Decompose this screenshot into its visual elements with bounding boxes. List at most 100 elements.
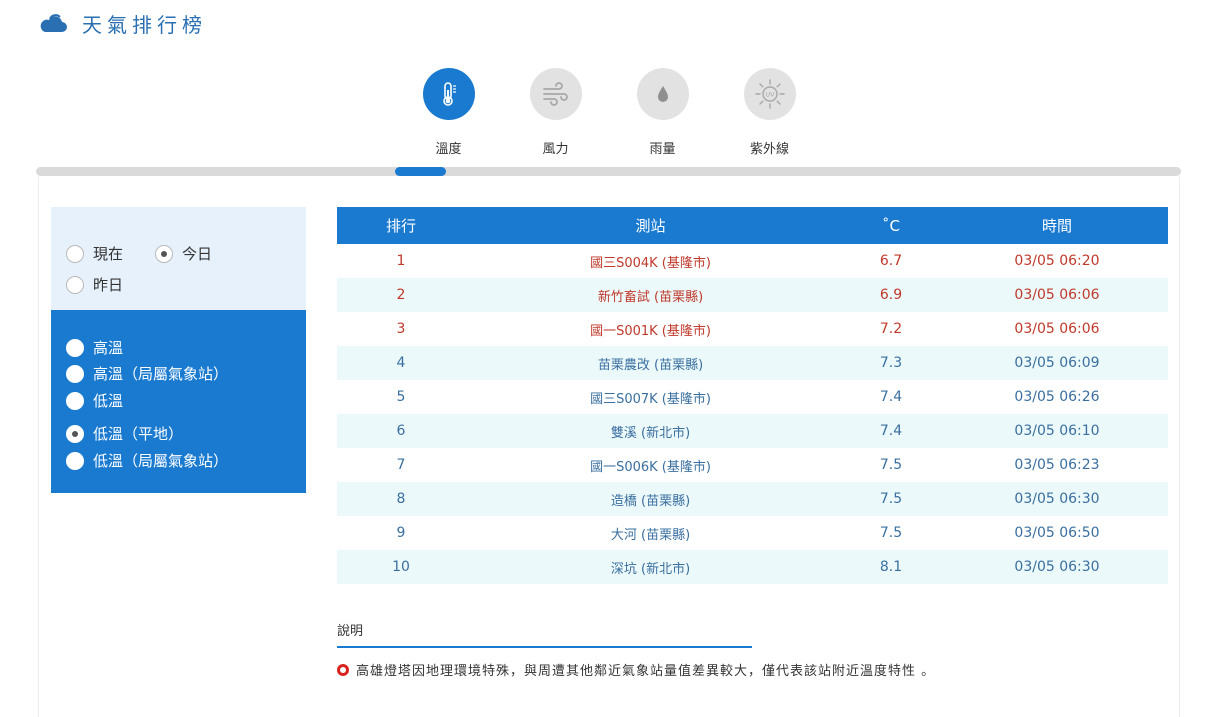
cell-rank: 10 <box>337 550 465 584</box>
cell-temp: 7.4 <box>879 389 903 405</box>
cell-time: 03/05 06:26 <box>1014 389 1100 405</box>
radio-high-temp-bureau[interactable]: 高溫（局屬氣象站） <box>66 363 228 384</box>
tab-active-indicator <box>395 167 446 176</box>
note-text: 高雄燈塔因地理環境特殊，與周遭其他鄰近氣象站量值差異較大，僅代表該站附近溫度特性… <box>356 664 936 679</box>
cell-station: 國三S004K (基隆市) <box>590 255 711 271</box>
cloud-icon <box>40 14 67 32</box>
table-row: 4 苗栗農改 (苗栗縣) 7.3 03/05 06:09 <box>337 346 1168 380</box>
table-row: 10 深坑 (新北市) 8.1 03/05 06:30 <box>337 550 1168 584</box>
cell-time: 03/05 06:06 <box>1014 321 1100 337</box>
cell-rank: 2 <box>337 278 465 312</box>
table-header-row: 排行 測站 ˚C 時間 <box>337 207 1168 244</box>
time-filter: 現在 今日 昨日 <box>51 207 306 310</box>
cell-temp: 7.3 <box>836 346 946 380</box>
cell-rank: 6 <box>337 414 465 448</box>
radio-circle[interactable] <box>66 338 84 357</box>
cell-time: 03/05 06:06 <box>946 278 1168 312</box>
cell-station: 苗栗農改 (苗栗縣) <box>465 346 836 380</box>
radio-circle[interactable] <box>66 451 84 470</box>
radio-label: 高溫（局屬氣象站） <box>93 365 229 383</box>
cell-station: 造橋 (苗栗縣) <box>465 482 836 516</box>
cell-temp: 7.4 <box>836 414 946 448</box>
tab-label: 溫度 <box>435 142 462 157</box>
cell-time: 03/05 06:09 <box>946 346 1168 380</box>
bullet-icon <box>337 663 349 676</box>
page-title: 天氣排行榜 <box>82 12 207 37</box>
tab-wind[interactable]: 風力 <box>502 68 609 157</box>
wind-icon <box>542 82 568 106</box>
tab-track <box>36 167 1181 176</box>
radio-label: 現在 <box>93 245 124 263</box>
header-station: 測站 <box>465 207 836 244</box>
cell-station: 國一S006K (基隆市) <box>590 459 711 475</box>
uv-sun-icon: UV <box>754 79 785 109</box>
cell-temp: 7.5 <box>879 457 903 473</box>
radio-circle[interactable] <box>66 244 84 263</box>
cell-rank: 5 <box>396 389 406 405</box>
cell-station: 國一S001K (基隆市) <box>590 323 711 339</box>
header-temp: ˚C <box>836 207 946 244</box>
radio-circle[interactable] <box>66 391 84 410</box>
radio-circle[interactable] <box>66 275 84 294</box>
table-row: 1 國三S004K (基隆市) 6.7 03/05 06:20 <box>337 244 1168 278</box>
radio-low-temp[interactable]: 低溫 <box>66 390 123 411</box>
notes-divider <box>337 646 752 648</box>
radio-label: 低溫（平地） <box>93 425 184 443</box>
tab-rainfall[interactable]: 雨量 <box>609 68 716 157</box>
radio-label: 低溫 <box>93 392 124 410</box>
category-tabs: 溫度 風力 雨量 UV 紫外線 <box>395 68 823 157</box>
cell-station: 國三S007K (基隆市) <box>590 391 711 407</box>
table-row: 6 雙溪 (新北市) 7.4 03/05 06:10 <box>337 414 1168 448</box>
header-time: 時間 <box>946 207 1168 244</box>
page-header: 天氣排行榜 <box>38 8 207 38</box>
header-rank: 排行 <box>337 207 465 244</box>
cell-time: 03/05 06:30 <box>946 482 1168 516</box>
cell-temp: 7.2 <box>879 321 903 337</box>
radio-high-temp[interactable]: 高溫 <box>66 337 123 358</box>
radio-label: 今日 <box>182 245 213 263</box>
radio-label: 昨日 <box>93 276 124 294</box>
cell-station: 雙溪 (新北市) <box>465 414 836 448</box>
cell-time: 03/05 06:20 <box>1014 253 1100 269</box>
cell-temp: 7.5 <box>836 482 946 516</box>
table-row: 5 國三S007K (基隆市) 7.4 03/05 06:26 <box>337 380 1168 414</box>
cell-rank: 8 <box>337 482 465 516</box>
cell-rank: 7 <box>396 457 406 473</box>
table-row: 3 國一S001K (基隆市) 7.2 03/05 06:06 <box>337 312 1168 346</box>
cell-temp: 6.7 <box>879 253 903 269</box>
cell-time: 03/05 06:30 <box>946 550 1168 584</box>
cell-time: 03/05 06:10 <box>946 414 1168 448</box>
cell-temp: 7.5 <box>879 525 903 541</box>
table-row: 2 新竹畜試 (苗栗縣) 6.9 03/05 06:06 <box>337 278 1168 312</box>
radio-circle[interactable] <box>155 244 173 263</box>
radio-label: 低溫（局屬氣象站） <box>93 452 229 470</box>
cell-station: 深坑 (新北市) <box>465 550 836 584</box>
note-item: 高雄燈塔因地理環境特殊，與周遭其他鄰近氣象站量值差異較大，僅代表該站附近溫度特性… <box>337 660 935 679</box>
tab-label: 風力 <box>542 142 569 157</box>
tab-label: 紫外線 <box>749 142 789 157</box>
radio-yesterday[interactable]: 昨日 <box>66 274 123 295</box>
raindrop-icon <box>657 86 668 102</box>
cell-temp: 8.1 <box>836 550 946 584</box>
table-row: 8 造橋 (苗栗縣) 7.5 03/05 06:30 <box>337 482 1168 516</box>
radio-circle[interactable] <box>66 364 84 383</box>
tab-temperature[interactable]: 溫度 <box>395 68 502 157</box>
radio-now[interactable]: 現在 <box>66 243 123 264</box>
type-filter: 高溫 高溫（局屬氣象站） 低溫 低溫（平地） 低溫（局屬氣象站） <box>51 310 306 493</box>
cell-rank: 9 <box>396 525 406 541</box>
ranking-table: 排行 測站 ˚C 時間 1 國三S004K (基隆市) 6.7 03/05 06… <box>337 207 1168 584</box>
tab-label: 雨量 <box>649 142 676 157</box>
cell-temp: 6.9 <box>836 278 946 312</box>
radio-low-temp-plain[interactable]: 低溫（平地） <box>66 423 183 444</box>
table-row: 9 大河 (苗栗縣) 7.5 03/05 06:50 <box>337 516 1168 550</box>
radio-low-temp-bureau[interactable]: 低溫（局屬氣象站） <box>66 450 228 471</box>
radio-today[interactable]: 今日 <box>155 243 212 264</box>
cell-time: 03/05 06:50 <box>1014 525 1100 541</box>
cell-time: 03/05 06:23 <box>1014 457 1100 473</box>
radio-circle[interactable] <box>66 424 84 443</box>
notes-title: 說明 <box>337 624 364 639</box>
tab-uv[interactable]: UV 紫外線 <box>716 68 823 157</box>
cell-rank: 4 <box>337 346 465 380</box>
cell-rank: 3 <box>396 321 406 337</box>
cell-rank: 1 <box>396 253 406 269</box>
